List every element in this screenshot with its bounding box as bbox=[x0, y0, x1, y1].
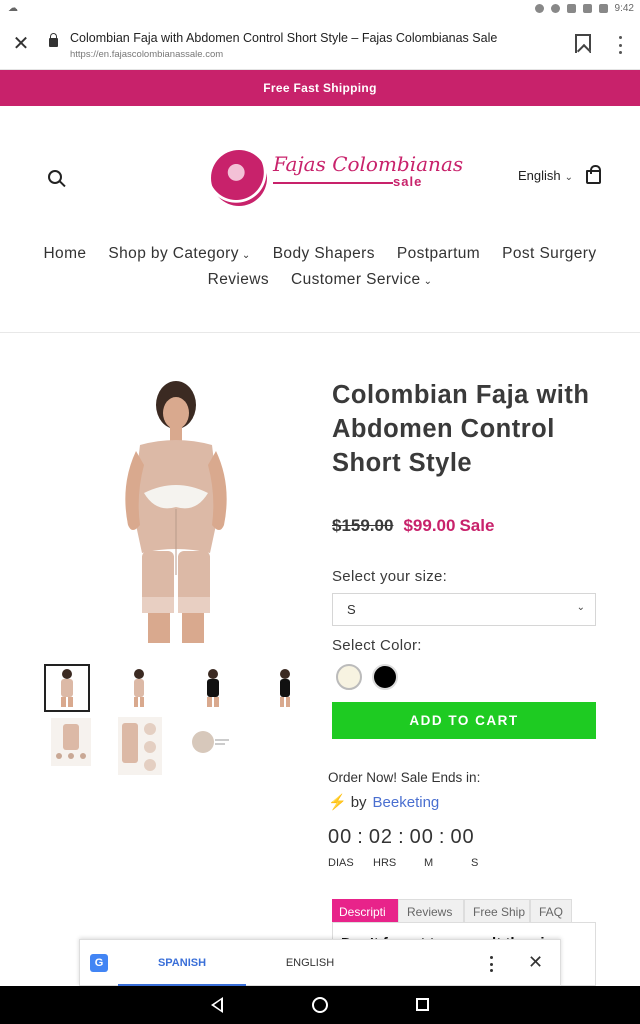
bluetooth-icon bbox=[534, 4, 544, 13]
language-selector[interactable]: English ⌄ bbox=[518, 168, 573, 183]
close-icon[interactable]: ✕ bbox=[528, 952, 543, 973]
logo-emblem-icon bbox=[211, 150, 267, 206]
site-header: Fajas Colombianas sale English ⌄ bbox=[0, 106, 640, 236]
countdown-label-hours: HRS bbox=[373, 857, 397, 869]
powered-by-label: by bbox=[350, 794, 367, 811]
lock-icon bbox=[49, 33, 58, 47]
logo-underline bbox=[273, 182, 393, 184]
logo-sale-text: sale bbox=[393, 174, 423, 189]
wifi-icon bbox=[566, 4, 576, 13]
size-label: Select your size: bbox=[332, 568, 448, 585]
product-thumbnail[interactable] bbox=[262, 664, 308, 712]
color-swatch-nude[interactable] bbox=[336, 664, 362, 690]
product-thumbnail[interactable] bbox=[190, 664, 236, 712]
status-bar: ☁ 9:42 bbox=[0, 0, 640, 18]
tab-faq[interactable]: FAQ bbox=[530, 899, 572, 923]
countdown-label-minutes: M bbox=[424, 857, 434, 869]
nav-shop-by-category[interactable]: Shop by Category ⌄ bbox=[108, 245, 250, 263]
recents-icon[interactable] bbox=[416, 998, 429, 1011]
nav-home[interactable]: Home bbox=[43, 245, 86, 263]
countdown-minutes: 00 bbox=[409, 826, 434, 848]
signal-icon bbox=[582, 4, 592, 13]
back-icon[interactable] bbox=[211, 997, 223, 1013]
sale-price: $99.00 bbox=[403, 516, 456, 535]
nav-body-shapers[interactable]: Body Shapers bbox=[273, 245, 375, 263]
countdown-seconds: 00 bbox=[450, 826, 475, 848]
overflow-menu-icon[interactable] bbox=[613, 36, 627, 54]
price-row: $159.00 $99.00 Sale bbox=[332, 516, 494, 536]
size-select[interactable]: S ⌄ bbox=[332, 593, 596, 626]
product-main-image[interactable] bbox=[92, 375, 262, 643]
nav-post-surgery[interactable]: Post Surgery bbox=[502, 245, 596, 263]
nav-label: Customer Service bbox=[291, 271, 421, 288]
product-title: Colombian Faja with Abdomen Control Shor… bbox=[332, 381, 590, 477]
header-divider bbox=[0, 332, 640, 333]
color-label: Select Color: bbox=[332, 637, 422, 654]
product-thumbnail[interactable] bbox=[48, 718, 94, 766]
tab-free-shipping[interactable]: Free Ship bbox=[464, 899, 530, 923]
original-price: $159.00 bbox=[332, 516, 394, 535]
nav-label: Shop by Category bbox=[108, 245, 239, 262]
countdown-label-days: DIAS bbox=[328, 857, 354, 869]
close-tab-icon[interactable]: ✕ bbox=[10, 33, 32, 55]
cart-icon[interactable] bbox=[586, 165, 601, 184]
translate-english-tab[interactable]: ENGLISH bbox=[246, 940, 374, 987]
system-nav-bar bbox=[0, 986, 640, 1024]
chevron-down-icon: ⌄ bbox=[564, 172, 574, 183]
clock: 9:42 bbox=[614, 3, 634, 14]
battery-icon bbox=[598, 4, 608, 13]
chevron-down-icon: ⌄ bbox=[576, 602, 585, 613]
product-thumbnail[interactable] bbox=[186, 718, 232, 766]
sale-badge: Sale bbox=[459, 516, 495, 535]
product-tabs: Descripti Reviews Free Ship FAQ bbox=[332, 899, 572, 923]
google-translate-icon: G bbox=[90, 954, 108, 972]
size-select-value: S bbox=[347, 602, 356, 617]
chevron-down-icon: ⌄ bbox=[423, 276, 433, 287]
search-icon[interactable] bbox=[48, 170, 62, 184]
promo-banner[interactable]: Free Fast Shipping bbox=[0, 70, 640, 106]
bookmark-icon[interactable] bbox=[575, 34, 591, 53]
powered-by: ⚡ by Beeketing bbox=[328, 793, 439, 811]
tab-description[interactable]: Descripti bbox=[332, 899, 398, 923]
home-icon[interactable] bbox=[312, 997, 328, 1013]
countdown-days: 00 bbox=[328, 826, 353, 848]
product-thumbnail[interactable] bbox=[116, 716, 164, 776]
countdown-label-seconds: S bbox=[471, 857, 479, 869]
translate-bar: G SPANISH ENGLISH ✕ bbox=[79, 939, 561, 987]
nav-customer-service[interactable]: Customer Service ⌄ bbox=[291, 271, 432, 289]
product-thumbnail[interactable] bbox=[116, 664, 162, 712]
countdown-timer: 00:02:00:00 bbox=[328, 826, 475, 848]
language-label: English bbox=[518, 168, 561, 183]
countdown-hours: 02 bbox=[368, 826, 394, 848]
add-to-cart-button[interactable]: ADD TO CART bbox=[332, 702, 596, 739]
lightning-icon: ⚡ bbox=[328, 794, 347, 811]
tab-reviews[interactable]: Reviews bbox=[398, 899, 464, 923]
site-logo[interactable]: Fajas Colombianas sale bbox=[211, 146, 463, 208]
logo-brand-text: Fajas Colombianas bbox=[273, 152, 464, 176]
countdown-heading: Order Now! Sale Ends in: bbox=[328, 770, 481, 785]
nav-postpartum[interactable]: Postpartum bbox=[397, 245, 480, 263]
browser-toolbar: ✕ Colombian Faja with Abdomen Control Sh… bbox=[0, 18, 640, 70]
page-title[interactable]: Colombian Faja with Abdomen Control Shor… bbox=[70, 31, 497, 45]
product-thumbnail[interactable] bbox=[44, 664, 90, 712]
nav-reviews[interactable]: Reviews bbox=[208, 271, 269, 289]
settings-status-icon bbox=[550, 4, 560, 13]
translate-spanish-tab[interactable]: SPANISH bbox=[118, 940, 246, 987]
beeketing-link[interactable]: Beeketing bbox=[373, 794, 440, 811]
color-swatch-black[interactable] bbox=[372, 664, 398, 690]
cloud-icon: ☁ bbox=[8, 3, 18, 14]
chevron-down-icon: ⌄ bbox=[241, 250, 251, 261]
url-text[interactable]: https://en.fajascolombianassale.com bbox=[70, 49, 223, 60]
more-options-icon[interactable] bbox=[490, 956, 494, 972]
